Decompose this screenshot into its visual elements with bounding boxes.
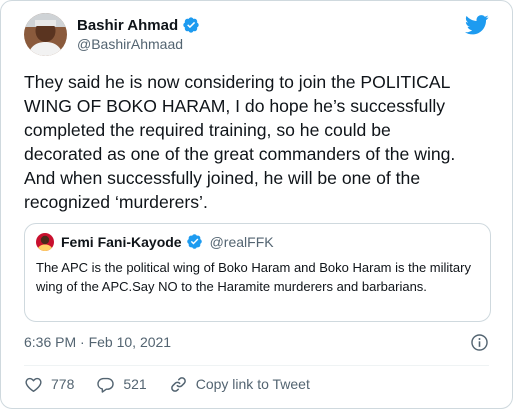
divider: [24, 365, 489, 366]
tweet-text: They said he is now considering to join …: [24, 72, 456, 212]
like-button[interactable]: 778: [24, 375, 74, 394]
like-count: 778: [51, 376, 75, 392]
reply-count: 521: [123, 376, 147, 392]
quoted-author-name[interactable]: Femi Fani-Kayode: [61, 234, 182, 250]
link-icon: [169, 375, 188, 394]
quoted-author-handle[interactable]: @realFFK: [210, 234, 274, 250]
quoted-author-avatar[interactable]: [36, 233, 54, 251]
quoted-header: Femi Fani-Kayode @realFFK: [61, 233, 274, 251]
tweet-card: Bashir Ahmad @BashirAhmaad They said he …: [0, 0, 513, 409]
tweet-timestamp[interactable]: 6:36 PM · Feb 10, 2021: [24, 334, 171, 350]
action-bar: 778 521 Copy link to Tweet: [24, 373, 310, 395]
verified-badge-icon: [186, 233, 204, 251]
info-icon[interactable]: [470, 333, 489, 352]
quoted-tweet[interactable]: Femi Fani-Kayode @realFFK The APC is the…: [24, 223, 491, 322]
author-name-line[interactable]: Bashir Ahmad: [77, 15, 200, 35]
reply-button[interactable]: 521: [96, 375, 147, 394]
twitter-bird-icon[interactable]: [464, 15, 489, 35]
verified-badge-icon: [182, 16, 200, 34]
quoted-text: The APC is the political wing of Boko Ha…: [36, 260, 471, 294]
author-name[interactable]: Bashir Ahmad: [77, 17, 178, 34]
copy-link-label: Copy link to Tweet: [195, 376, 310, 392]
author-avatar[interactable]: [24, 13, 67, 56]
author-handle[interactable]: @BashirAhmaad: [77, 36, 183, 52]
reply-icon: [96, 375, 115, 394]
copy-link-button[interactable]: Copy link to Tweet: [169, 375, 310, 394]
heart-icon: [24, 375, 43, 394]
